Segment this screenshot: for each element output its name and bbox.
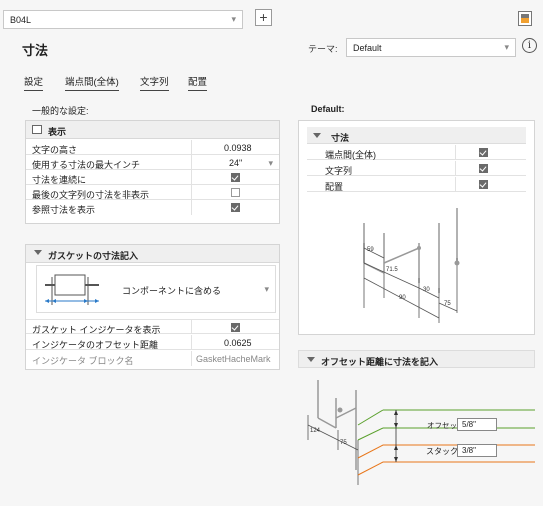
display-settings-icon (32, 125, 42, 134)
text-height-value[interactable]: 0.0938 (224, 143, 252, 153)
tab-placement[interactable]: 配置 (188, 74, 208, 91)
diagram-label: 124 (310, 428, 321, 434)
placement-row: 配置 (307, 177, 526, 192)
max-inch-select[interactable]: 24" (229, 158, 242, 168)
diagram-label: 59 (367, 247, 374, 253)
diagram-label: 75 (444, 301, 451, 307)
document-select-value: B04L (10, 15, 32, 25)
tab-text[interactable]: 文字列 (140, 74, 169, 91)
display-panel-title: 表示 (48, 127, 67, 137)
indicator-offset-label: インジケータのオフセット距離 (32, 340, 159, 350)
dimension-preview-panel: 寸法 端点間(全体) 文字列 配置 59 71.5 30 90 75 (298, 120, 535, 335)
text-checkbox[interactable] (479, 164, 488, 173)
document-select[interactable]: B04L ▾ (3, 10, 243, 29)
offset-preview-diagram: 124 75 (307, 380, 535, 485)
indicator-block-row: インジケータ ブロック名 GasketHacheMark (26, 351, 279, 366)
display-panel: 表示 文字の高さ 0.0938 使用する寸法の最大インチ 24" ▾ 寸法を連続… (25, 120, 280, 224)
offset-value-field[interactable]: 5/8" (457, 418, 497, 431)
endpoints-label: 端点間(全体) (325, 150, 376, 160)
show-reference-checkbox[interactable] (231, 203, 240, 212)
offset-panel-title: オフセット距離に寸法を記入 (321, 357, 439, 367)
gasket-panel-header[interactable]: ガスケットの寸法記入 (26, 245, 279, 263)
diagram-label: 90 (399, 295, 406, 301)
gasket-mode-value: コンポーネントに含める (122, 286, 222, 296)
endpoints-row: 端点間(全体) (307, 145, 526, 160)
dimension-group-header[interactable]: 寸法 (307, 127, 526, 144)
collapse-icon (307, 357, 315, 362)
max-inch-row: 使用する寸法の最大インチ 24" ▾ (26, 155, 279, 170)
dimension-preview-diagram: 59 71.5 30 90 75 (363, 208, 460, 323)
theme-select[interactable]: Default ▾ (346, 38, 516, 57)
text-row: 文字列 (307, 161, 526, 176)
stack-label: スタック: (426, 447, 461, 456)
default-label: Default: (311, 104, 345, 114)
diagram-label: 71.5 (386, 267, 398, 273)
save-icon[interactable] (518, 11, 532, 26)
tab-settings[interactable]: 設定 (24, 74, 44, 91)
hide-last-text-checkbox[interactable] (231, 188, 240, 197)
diagram-label: 30 (423, 287, 430, 293)
gasket-diagram-icon (45, 274, 99, 305)
gasket-panel: ガスケットの寸法記入 コンポーネントに含める ▾ ガスケット インジケータを表示… (25, 244, 280, 370)
indicator-offset-row: インジケータのオフセット距離 0.0625 (26, 335, 279, 350)
stack-value-field[interactable]: 3/8" (457, 444, 497, 457)
tab-endpoints[interactable]: 端点間(全体) (65, 74, 119, 91)
indicator-block-label: インジケータ ブロック名 (32, 356, 134, 366)
text-label: 文字列 (325, 166, 353, 176)
gasket-panel-title: ガスケットの寸法記入 (48, 251, 139, 261)
collapse-icon (313, 133, 321, 138)
chevron-down-icon: ▾ (231, 14, 236, 24)
offset-panel-header[interactable]: オフセット距離に寸法を記入 (298, 350, 535, 368)
chevron-down-icon: ▾ (264, 284, 269, 294)
info-icon[interactable]: i (522, 38, 537, 53)
placement-checkbox[interactable] (479, 180, 488, 189)
collapse-icon (34, 250, 42, 255)
show-reference-label: 参照寸法を表示 (32, 205, 96, 215)
hide-last-text-row: 最後の文字列の寸法を非表示 (26, 185, 279, 200)
continuous-checkbox[interactable] (231, 173, 240, 182)
gasket-indicator-checkbox[interactable] (231, 323, 240, 332)
display-panel-header[interactable]: 表示 (26, 121, 279, 139)
gasket-indicator-row: ガスケット インジケータを表示 (26, 319, 279, 335)
show-reference-row: 参照寸法を表示 (26, 200, 279, 215)
placement-label: 配置 (325, 182, 344, 192)
theme-label: テーマ: (308, 44, 338, 54)
continuous-row: 寸法を連続に (26, 170, 279, 185)
theme-select-value: Default (353, 43, 382, 53)
indicator-offset-value[interactable]: 0.0625 (224, 338, 252, 348)
indicator-block-value: GasketHacheMark (196, 354, 271, 364)
endpoints-checkbox[interactable] (479, 148, 488, 157)
general-settings-label: 一般的な設定: (32, 106, 89, 116)
text-height-row: 文字の高さ 0.0938 (26, 140, 279, 155)
dimension-group-title: 寸法 (331, 133, 350, 143)
page-title: 寸法 (22, 43, 49, 58)
diagram-label: 75 (340, 440, 347, 446)
gasket-mode-select[interactable]: コンポーネントに含める ▾ (36, 265, 276, 313)
chevron-down-icon: ▾ (268, 158, 273, 168)
add-button[interactable]: + (255, 9, 272, 26)
chevron-down-icon: ▾ (504, 42, 509, 52)
